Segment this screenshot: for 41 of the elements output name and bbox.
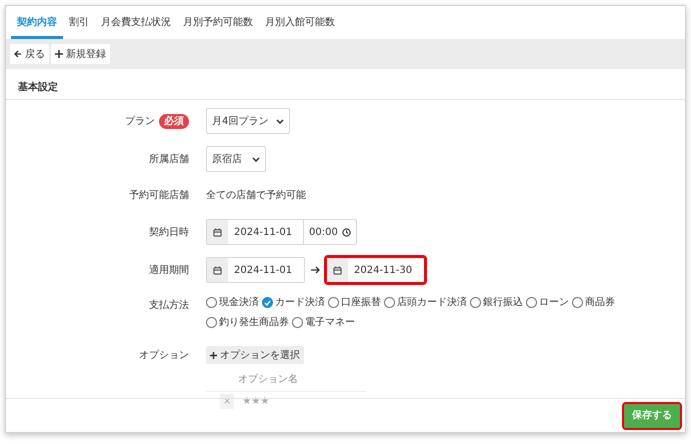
radio-option[interactable]: 商品券 [572,295,615,310]
table-header: オプション名 [206,368,366,392]
plus-icon [55,50,63,58]
toolbar-button[interactable]: 新規登録 [51,44,110,64]
date-value: 2024-11-01 [233,264,294,278]
radio-option[interactable]: 釣り発生商品券 [206,315,289,330]
radio-option[interactable]: 口座振替 [328,295,381,310]
date-value: 2024-11-30 [353,264,414,278]
field-label: 予約可能店舗 [129,188,189,203]
end-date-field[interactable]: 2024-11-30 [326,257,425,283]
field-label: 支払方法 [149,298,189,313]
field-label: プラン [125,114,155,128]
caret-icon [276,118,284,124]
caret-icon [252,156,260,162]
radio-option[interactable]: 電子マネー [292,315,355,330]
store-select[interactable]: 原宿店 [206,146,266,172]
required-badge: 必須 [159,114,189,128]
radio-option[interactable]: 店頭カード決済 [384,295,467,310]
arrow-right-icon [311,266,320,274]
calendar-icon [333,266,342,274]
field-value: 全ての店舗で予約可能 [206,188,306,203]
radio-option[interactable]: 現金決済 [206,295,259,310]
toolbar-button[interactable]: 戻る [10,44,49,64]
arrow-left-icon [14,50,22,58]
tab[interactable]: 月別予約可能数 [177,6,259,39]
plan-select[interactable]: 月4回プラン [206,108,290,134]
field-label: オプション [139,348,189,362]
radio-option[interactable]: ローン [526,295,569,310]
tab[interactable]: 割引 [63,6,95,39]
calendar-icon [213,266,222,274]
section-title: 基本設定 [18,80,58,94]
tab[interactable]: 月会費支払状況 [95,6,177,39]
select-option-button[interactable]: オプションを選択 [206,346,304,364]
radio-option[interactable]: カード決済 [262,295,325,310]
field-label: 所属店舗 [149,152,189,166]
tab[interactable]: 月別入館可能数 [259,6,341,39]
field-label: 適用期間 [149,264,189,278]
plus-icon [210,352,217,358]
radio-option[interactable]: 銀行振込 [470,295,523,310]
field-label: 契約日時 [149,226,189,240]
start-date-field[interactable]: 2024-11-01 [206,257,305,283]
